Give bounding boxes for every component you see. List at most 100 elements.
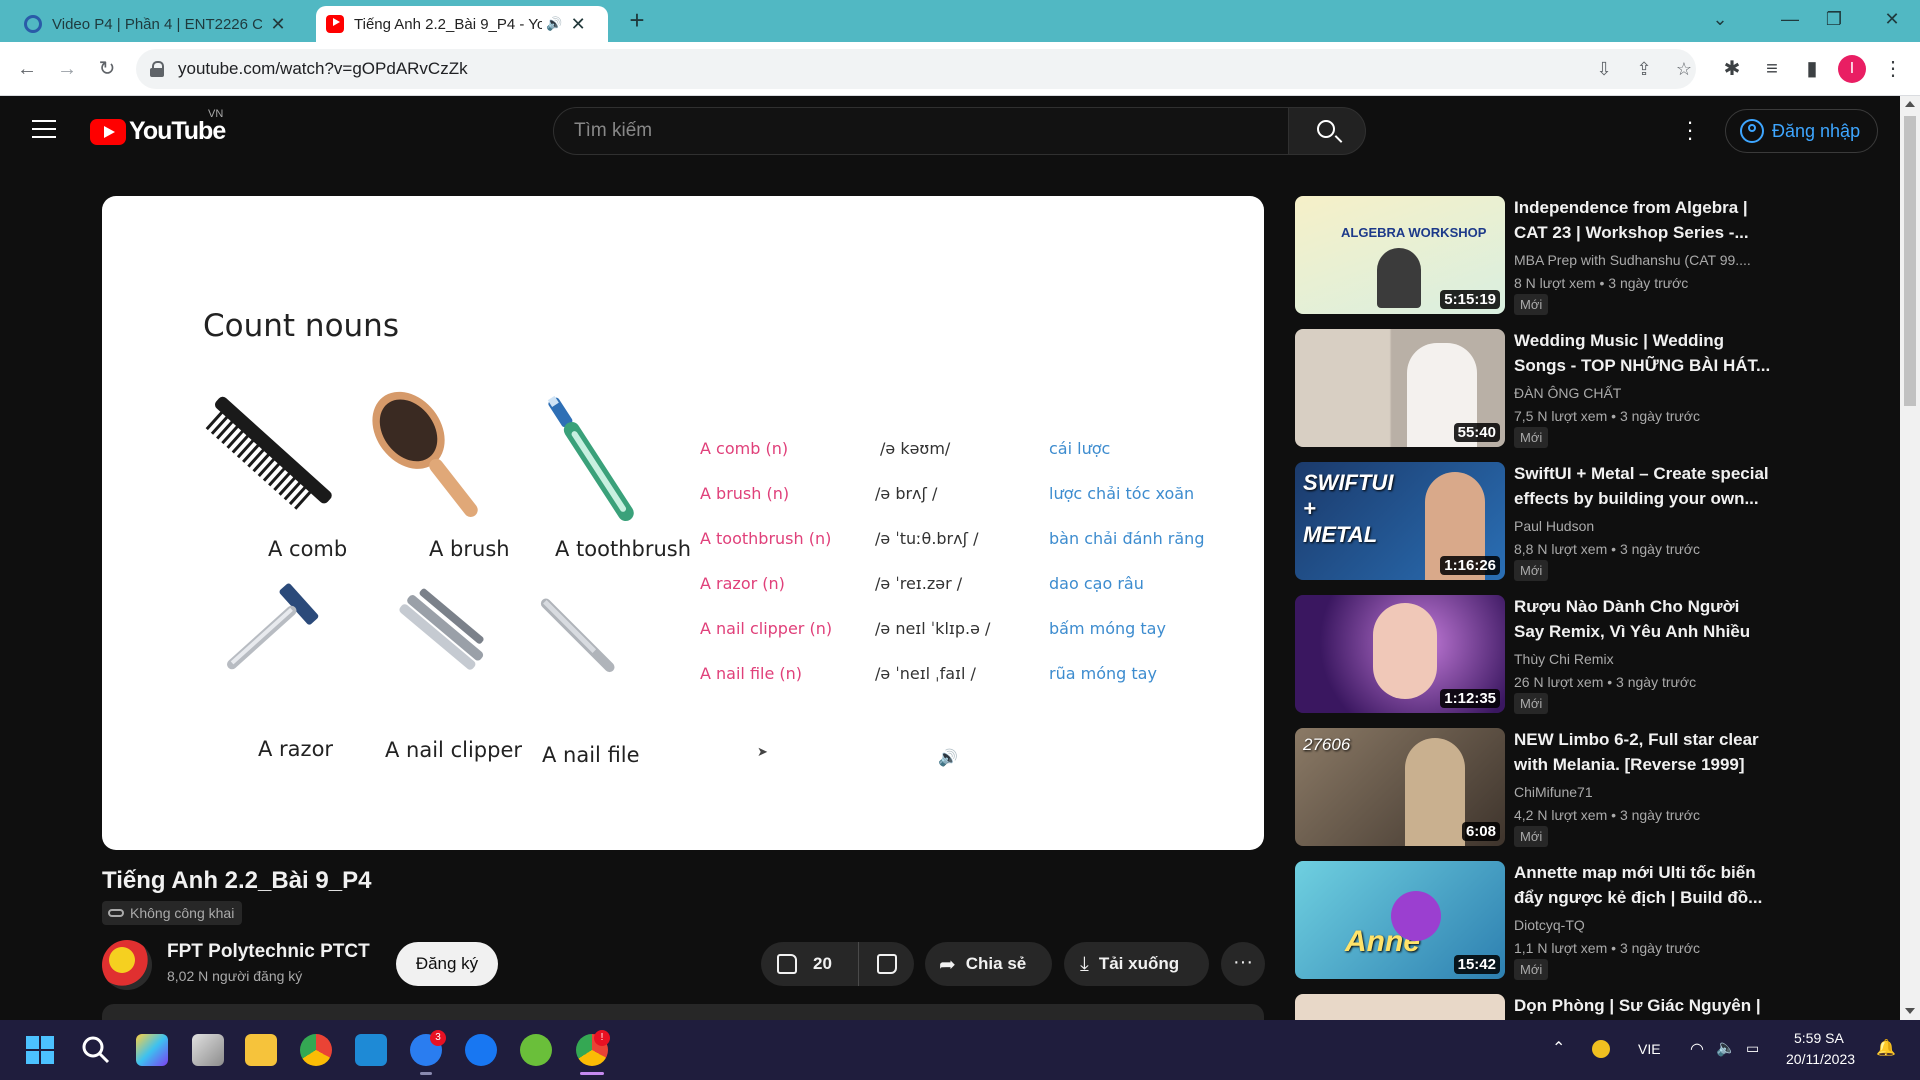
url-text[interactable]: youtube.com/watch?v=gOPdARvCzZk bbox=[178, 59, 468, 79]
sign-in-button[interactable]: Đăng nhập bbox=[1725, 109, 1878, 153]
side-panel-icon[interactable]: ▮ bbox=[1797, 54, 1827, 84]
vocab-word: A brush (n) bbox=[700, 484, 790, 503]
page-scrollbar[interactable] bbox=[1900, 96, 1920, 1020]
minimize-button[interactable]: — bbox=[1770, 4, 1810, 34]
recommended-title[interactable]: SwiftUI + Metal – Create special effects… bbox=[1514, 461, 1774, 511]
close-tab-icon[interactable]: ✕ bbox=[568, 14, 588, 35]
clock-date[interactable]: 20/11/2023 bbox=[1786, 1051, 1855, 1067]
recommended-video[interactable]: 1:12:35 Rượu Nào Dành Cho Người Say Remi… bbox=[1295, 595, 1775, 715]
video-thumbnail[interactable]: 1:12:35 bbox=[1295, 595, 1505, 713]
hamburger-menu-icon[interactable] bbox=[32, 120, 56, 138]
recommended-video[interactable]: Dọn Phòng | Sư Giác Nguyên | bbox=[1295, 994, 1775, 1020]
media-controls-icon[interactable]: ≡ bbox=[1757, 54, 1787, 84]
profile-avatar[interactable]: I bbox=[1838, 55, 1866, 83]
chrome-menu-icon[interactable]: ⋮ bbox=[1878, 54, 1908, 84]
tab-search-icon[interactable]: ⌄ bbox=[1700, 4, 1740, 34]
youtube-logo[interactable]: YouTube VN bbox=[90, 108, 226, 146]
video-thumbnail[interactable]: SWIFTUI + METAL 1:16:26 bbox=[1295, 462, 1505, 580]
speaker-icon[interactable]: 🔊 bbox=[938, 748, 958, 767]
recommended-video[interactable]: SWIFTUI + METAL 1:16:26 SwiftUI + Metal … bbox=[1295, 462, 1775, 582]
recommended-video[interactable]: 55:40 Wedding Music | Wedding Songs - TO… bbox=[1295, 329, 1775, 449]
video-thumbnail[interactable]: ALGEBRA WORKSHOP 5:15:19 bbox=[1295, 196, 1505, 314]
recommended-channel[interactable]: Paul Hudson bbox=[1514, 518, 1774, 534]
unlisted-badge: Không công khai bbox=[102, 901, 243, 925]
recommended-channel[interactable]: Diotcyq-TQ bbox=[1514, 917, 1774, 933]
like-button[interactable]: 20 bbox=[761, 942, 859, 986]
recommended-channel[interactable]: Thùy Chi Remix bbox=[1514, 651, 1774, 667]
scroll-up-icon[interactable] bbox=[1905, 101, 1915, 107]
video-player[interactable]: Count nouns A comb A brush A toothbrush … bbox=[102, 196, 1264, 850]
channel-name[interactable]: FPT Polytechnic PTCT bbox=[167, 941, 370, 963]
back-button[interactable]: ← bbox=[12, 54, 42, 84]
recommended-channel[interactable]: ChiMifune71 bbox=[1514, 784, 1774, 800]
scroll-down-icon[interactable] bbox=[1905, 1008, 1915, 1014]
download-button[interactable]: ⤓ Tải xuống bbox=[1064, 942, 1209, 986]
wifi-icon[interactable]: ◠ bbox=[1690, 1039, 1704, 1059]
address-bar[interactable]: youtube.com/watch?v=gOPdARvCzZk ⇩ ⇪ ☆ bbox=[136, 49, 1696, 89]
install-app-icon[interactable]: ⇩ bbox=[1592, 57, 1616, 81]
notification-bell-icon[interactable]: 🔔 bbox=[1876, 1038, 1896, 1058]
recommended-video[interactable]: ALGEBRA WORKSHOP 5:15:19 Independence fr… bbox=[1295, 196, 1775, 316]
new-badge: Mới bbox=[1514, 294, 1549, 315]
share-page-icon[interactable]: ⇪ bbox=[1632, 57, 1656, 81]
share-label: Chia sẻ bbox=[965, 954, 1027, 973]
account-circle-icon bbox=[1740, 119, 1764, 143]
unikey-icon[interactable] bbox=[1592, 1040, 1610, 1058]
video-thumbnail[interactable]: Anne 15:42 bbox=[1295, 861, 1505, 979]
more-actions-button[interactable]: ··· bbox=[1221, 942, 1265, 986]
subscriber-count: 8,02 N người đăng ký bbox=[167, 968, 303, 984]
restore-button[interactable]: ❐ bbox=[1814, 4, 1854, 34]
recommended-channel[interactable]: MBA Prep with Sudhanshu (CAT 99.... bbox=[1514, 252, 1774, 268]
recommended-title[interactable]: Wedding Music | Wedding Songs - TOP NHỮN… bbox=[1514, 328, 1774, 378]
forward-button[interactable]: → bbox=[52, 54, 82, 84]
recommended-title[interactable]: Independence from Algebra | CAT 23 | Wor… bbox=[1514, 195, 1774, 245]
recommended-title[interactable]: Annette map mới Ulti tốc biến đẩy ngược … bbox=[1514, 860, 1774, 910]
windows-start-icon[interactable] bbox=[24, 1034, 56, 1066]
widgets-icon[interactable] bbox=[136, 1034, 168, 1066]
extensions-icon[interactable]: ✱ bbox=[1717, 54, 1747, 84]
coc-coc-icon[interactable] bbox=[520, 1034, 552, 1066]
recommended-meta: 8,8 N lượt xem • 3 ngày trước bbox=[1514, 541, 1700, 557]
task-view-icon[interactable] bbox=[192, 1034, 224, 1066]
recommended-title[interactable]: NEW Limbo 6-2, Full star clear with Mela… bbox=[1514, 727, 1774, 777]
video-thumbnail[interactable]: 55:40 bbox=[1295, 329, 1505, 447]
vscode-icon[interactable] bbox=[355, 1034, 387, 1066]
search-input[interactable]: Tìm kiếm bbox=[553, 107, 1289, 155]
close-window-button[interactable]: ✕ bbox=[1872, 4, 1912, 34]
recommended-video[interactable]: Anne 15:42 Annette map mới Ulti tốc biến… bbox=[1295, 861, 1775, 981]
subscribe-button[interactable]: Đăng ký bbox=[396, 942, 498, 986]
search-icon[interactable] bbox=[80, 1034, 112, 1066]
file-explorer-icon[interactable] bbox=[245, 1034, 277, 1066]
scrollbar-thumb[interactable] bbox=[1904, 116, 1916, 406]
facebook-icon[interactable] bbox=[465, 1034, 497, 1066]
tray-overflow-chevron-icon[interactable]: ⌃ bbox=[1552, 1038, 1565, 1058]
close-tab-icon[interactable]: ✕ bbox=[268, 14, 288, 35]
tab-video-p4[interactable]: Video P4 | Phần 4 | ENT2226 Co ✕ bbox=[14, 6, 314, 42]
clock-time[interactable]: 5:59 SA bbox=[1794, 1030, 1844, 1046]
thumbnail-text: SWIFTUI + METAL bbox=[1303, 470, 1394, 547]
input-language[interactable]: VIE bbox=[1638, 1041, 1661, 1057]
new-tab-button[interactable]: + bbox=[622, 6, 652, 36]
video-duration: 15:42 bbox=[1453, 955, 1500, 974]
recommended-title[interactable]: Rượu Nào Dành Cho Người Say Remix, Vì Yê… bbox=[1514, 594, 1774, 644]
channel-avatar[interactable] bbox=[102, 940, 152, 990]
volume-icon[interactable]: 🔈 bbox=[1716, 1038, 1736, 1058]
video-thumbnail[interactable]: 27606 6:08 bbox=[1295, 728, 1505, 846]
search-button[interactable] bbox=[1288, 107, 1366, 155]
vocab-ipa: /ə ˈtuːθ.brʌʃ / bbox=[875, 529, 979, 548]
settings-menu-icon[interactable]: · · · bbox=[1680, 111, 1700, 149]
battery-icon[interactable]: ▭ bbox=[1746, 1040, 1759, 1057]
audio-playing-icon[interactable]: 🔊 bbox=[546, 16, 562, 32]
chrome-icon[interactable] bbox=[300, 1034, 332, 1066]
recommended-title[interactable]: Dọn Phòng | Sư Giác Nguyên | bbox=[1514, 994, 1774, 1018]
bookmark-star-icon[interactable]: ☆ bbox=[1672, 57, 1696, 81]
link-icon bbox=[108, 909, 124, 917]
reload-button[interactable]: ↻ bbox=[92, 54, 122, 84]
lock-icon[interactable] bbox=[150, 61, 164, 77]
share-button[interactable]: ➦ Chia sẻ bbox=[925, 942, 1052, 986]
tab-youtube-active[interactable]: Tiếng Anh 2.2_Bài 9_P4 - Yo 🔊 ✕ bbox=[316, 6, 608, 42]
recommended-channel[interactable]: ĐÀN ÔNG CHẤT bbox=[1514, 385, 1774, 401]
video-thumbnail[interactable] bbox=[1295, 994, 1505, 1020]
recommended-video[interactable]: 27606 6:08 NEW Limbo 6-2, Full star clea… bbox=[1295, 728, 1775, 848]
dislike-button[interactable] bbox=[859, 954, 914, 974]
